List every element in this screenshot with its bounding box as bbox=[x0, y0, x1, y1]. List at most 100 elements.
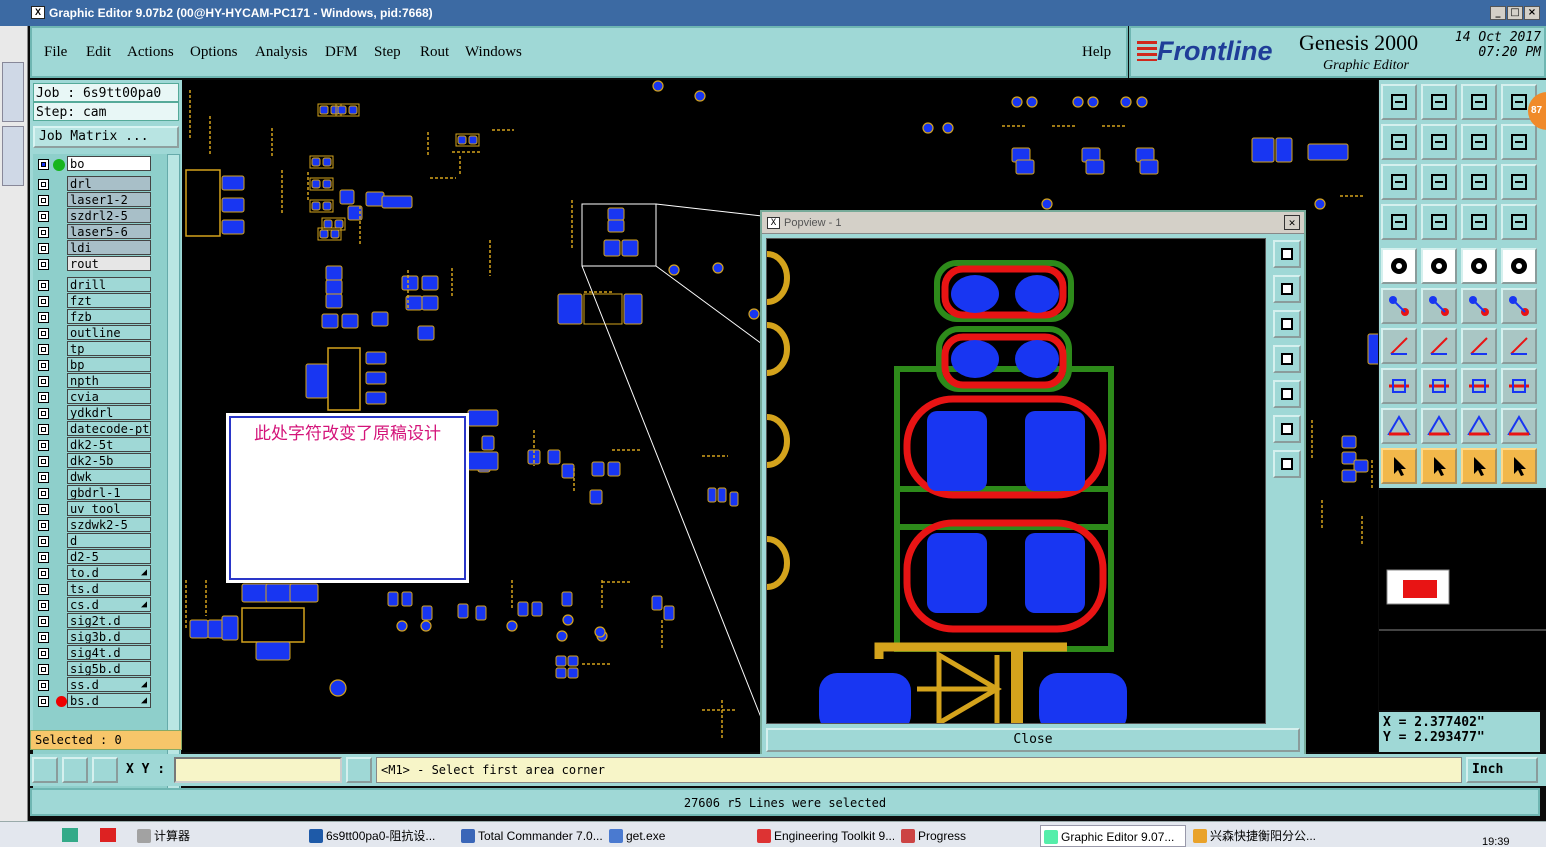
job-matrix-button[interactable]: Job Matrix ... bbox=[33, 126, 179, 148]
sheet-tool-button[interactable] bbox=[1501, 124, 1537, 160]
layer-checkbox[interactable] bbox=[38, 488, 49, 499]
popview-zoom-view[interactable] bbox=[766, 238, 1266, 724]
layer-checkbox[interactable] bbox=[38, 259, 49, 270]
layer-row[interactable]: ts.d bbox=[33, 581, 183, 597]
triangle-mark-tool-button[interactable] bbox=[1381, 408, 1417, 444]
layer-row[interactable]: cvia bbox=[33, 389, 183, 405]
layer-checkbox[interactable] bbox=[38, 360, 49, 371]
layer-row[interactable]: cs.d ◢ bbox=[33, 597, 183, 613]
draw-arc-tool-button[interactable] bbox=[1421, 328, 1457, 364]
layer-row[interactable]: dk2-5t bbox=[33, 437, 183, 453]
menu-rout[interactable]: Rout bbox=[420, 44, 449, 61]
layer-row[interactable]: laser5-6 bbox=[33, 224, 183, 240]
close-window-button[interactable]: × bbox=[1524, 6, 1540, 20]
layer-checkbox[interactable] bbox=[38, 696, 49, 707]
layer-checkbox[interactable] bbox=[38, 648, 49, 659]
taskbar-item[interactable]: 6s9tt00pa0-阻抗设... bbox=[306, 825, 454, 847]
layer-row[interactable]: ldi bbox=[33, 240, 183, 256]
layer-checkbox[interactable] bbox=[38, 568, 49, 579]
taskbar-item[interactable]: 兴森快捷衡阳分公... bbox=[1190, 825, 1340, 847]
layer-checkbox[interactable] bbox=[38, 520, 49, 531]
layer-checkbox[interactable] bbox=[38, 616, 49, 627]
layer-row[interactable]: d bbox=[33, 533, 183, 549]
quick-launch-icon[interactable] bbox=[62, 828, 78, 842]
layer-checkbox[interactable] bbox=[38, 392, 49, 403]
layer-row[interactable]: laser1-2 bbox=[33, 192, 183, 208]
layer-checkbox[interactable] bbox=[38, 296, 49, 307]
fit-line-tool-button[interactable] bbox=[1461, 368, 1497, 404]
overview-map[interactable] bbox=[1379, 490, 1546, 710]
fit-view-tool-button[interactable] bbox=[1381, 164, 1417, 200]
popview-close-icon[interactable]: ✕ bbox=[1284, 215, 1300, 230]
popview-pan-right-button[interactable] bbox=[1273, 380, 1301, 408]
home-view-tool-button[interactable] bbox=[1461, 84, 1497, 120]
layer-row[interactable]: fzb bbox=[33, 309, 183, 325]
copy-view-tool-button[interactable] bbox=[1421, 124, 1457, 160]
select-pointer-tool-button[interactable] bbox=[1421, 448, 1457, 484]
layer-row[interactable]: rout bbox=[33, 256, 183, 272]
layer-checkbox[interactable] bbox=[38, 312, 49, 323]
cutline-tool-button[interactable] bbox=[1421, 408, 1457, 444]
work-layer-checkbox[interactable] bbox=[38, 159, 49, 170]
zoom-box-tool-button[interactable] bbox=[1421, 164, 1457, 200]
strip-tab[interactable] bbox=[2, 62, 24, 122]
menu-actions[interactable]: Actions bbox=[127, 44, 174, 61]
popview-close-button[interactable]: Close bbox=[766, 728, 1300, 752]
layer-row[interactable]: tp bbox=[33, 341, 183, 357]
measure-button[interactable] bbox=[62, 757, 88, 783]
xy-input[interactable] bbox=[174, 757, 342, 783]
layer-checkbox[interactable] bbox=[38, 456, 49, 467]
plane-fill-tool-button[interactable] bbox=[1461, 408, 1497, 444]
layer-checkbox[interactable] bbox=[38, 584, 49, 595]
layer-checkbox[interactable] bbox=[38, 440, 49, 451]
redraw-tool-button[interactable] bbox=[1381, 124, 1417, 160]
route-tool-tool-button[interactable] bbox=[1501, 448, 1537, 484]
taskbar-item[interactable]: Graphic Editor 9.07... bbox=[1040, 825, 1186, 847]
swap-view-tool-button[interactable] bbox=[1461, 124, 1497, 160]
menu-dfm[interactable]: DFM bbox=[325, 44, 358, 61]
layer-checkbox[interactable] bbox=[38, 328, 49, 339]
flip-tool-button[interactable] bbox=[1501, 328, 1537, 364]
layer-row[interactable]: dk2-5b bbox=[33, 453, 183, 469]
layer-row[interactable]: d2-5 bbox=[33, 549, 183, 565]
distance-tool-button[interactable] bbox=[1421, 368, 1457, 404]
menu-help[interactable]: Help bbox=[1082, 44, 1111, 61]
taskbar-item[interactable]: 计算器 bbox=[134, 825, 302, 847]
taskbar-item[interactable]: Progress bbox=[898, 825, 1034, 847]
work-layer-row[interactable]: bo bbox=[33, 156, 183, 172]
layer-row[interactable]: npth bbox=[33, 373, 183, 389]
layer-row[interactable]: bp bbox=[33, 357, 183, 373]
layer-row[interactable]: sig5b.d bbox=[33, 661, 183, 677]
move-node-tool-button[interactable] bbox=[1461, 288, 1497, 324]
layer-compare-2-tool-button[interactable] bbox=[1501, 204, 1537, 240]
layer-row[interactable]: dwk bbox=[33, 469, 183, 485]
layer-checkbox[interactable] bbox=[38, 280, 49, 291]
snap-center-tool-button[interactable] bbox=[1381, 248, 1417, 284]
rotate-tool-button[interactable] bbox=[1461, 328, 1497, 364]
popview-fit-button[interactable] bbox=[1273, 240, 1301, 268]
layer-checkbox[interactable] bbox=[38, 472, 49, 483]
popview-pan-down-button[interactable] bbox=[1273, 310, 1301, 338]
menu-windows[interactable]: Windows bbox=[465, 44, 522, 61]
settings-tool-button[interactable] bbox=[1381, 204, 1417, 240]
save-job-tool-button[interactable] bbox=[1421, 84, 1457, 120]
open-job-tool-button[interactable] bbox=[1381, 84, 1417, 120]
layer-checkbox[interactable] bbox=[38, 376, 49, 387]
popview-zoom-in-button[interactable] bbox=[1273, 415, 1301, 443]
layer-checkbox[interactable] bbox=[38, 552, 49, 563]
add-node-tool-button[interactable] bbox=[1501, 288, 1537, 324]
menu-options[interactable]: Options bbox=[190, 44, 238, 61]
pad-to-line-tool-button[interactable] bbox=[1421, 204, 1457, 240]
info-button[interactable] bbox=[346, 757, 372, 783]
measure-ruler-tool-button[interactable] bbox=[1461, 248, 1497, 284]
popview-zoom-out-button[interactable] bbox=[1273, 450, 1301, 478]
layer-row[interactable]: drl bbox=[33, 176, 183, 192]
layer-checkbox[interactable] bbox=[38, 664, 49, 675]
layer-checkbox[interactable] bbox=[38, 243, 49, 254]
layer-checkbox[interactable] bbox=[38, 408, 49, 419]
connect-points-tool-button[interactable] bbox=[1381, 288, 1417, 324]
layer-list-scrollbar[interactable] bbox=[167, 154, 180, 799]
strip-tab[interactable] bbox=[2, 126, 24, 186]
layer-row[interactable]: bs.d ◢ bbox=[33, 693, 183, 709]
feature-group-tool-button[interactable] bbox=[1501, 368, 1537, 404]
